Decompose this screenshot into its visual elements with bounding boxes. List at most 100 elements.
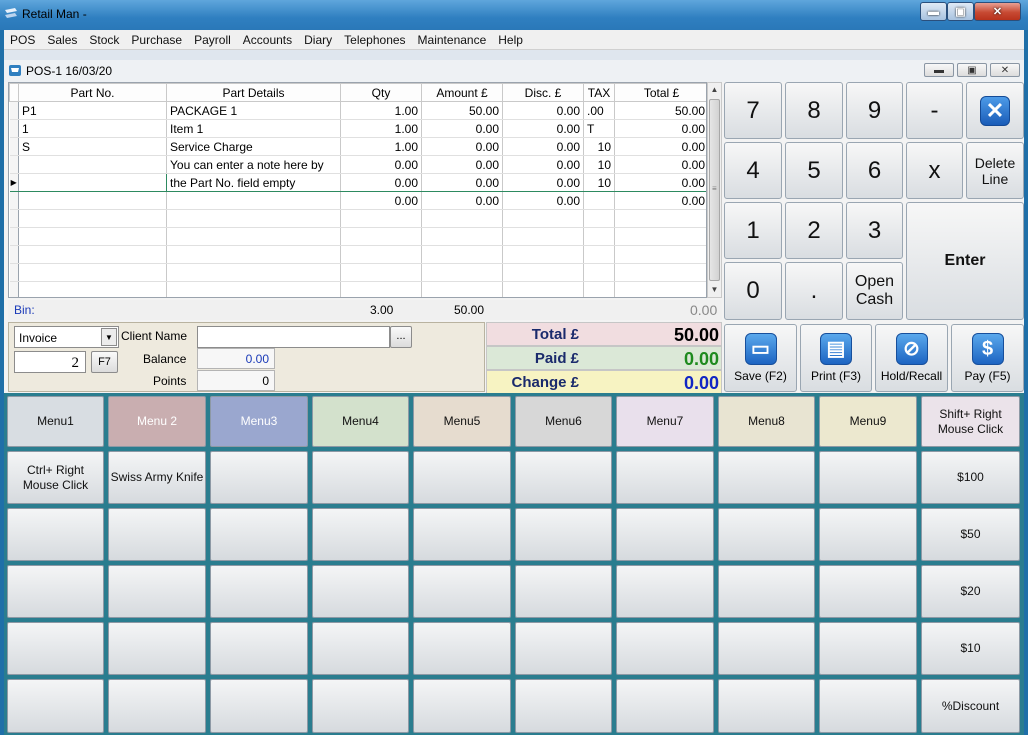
key-0[interactable]: 0 — [724, 262, 782, 320]
quick-button-empty[interactable] — [413, 508, 511, 561]
quick-button-empty[interactable] — [7, 565, 104, 618]
quick-button-empty[interactable] — [718, 622, 815, 675]
quick-button-empty[interactable] — [413, 451, 511, 504]
menu-stock[interactable]: Stock — [83, 33, 125, 47]
cell-qty[interactable]: 1.00 — [340, 137, 422, 156]
cell-amount[interactable]: 0.00 — [421, 119, 503, 138]
sales-lines-grid[interactable]: Part No. Part Details Qty Amount £ Disc.… — [8, 82, 707, 298]
cell-part-no[interactable]: P1 — [18, 101, 167, 120]
save-button[interactable]: ▭ Save (F2) — [724, 324, 797, 392]
cell-disc[interactable]: 0.00 — [502, 191, 584, 210]
close-window-button[interactable]: ✕ — [974, 2, 1021, 21]
menu-payroll[interactable]: Payroll — [188, 33, 237, 47]
table-row[interactable]: S Service Charge 1.00 0.00 0.00 10 0.00 — [9, 137, 706, 156]
cell-tax[interactable]: .00 — [583, 101, 615, 120]
open-cash-button[interactable]: Open Cash — [846, 262, 903, 320]
cell-amount[interactable]: 0.00 — [421, 191, 503, 210]
menu3-button[interactable]: Menu3 — [210, 396, 308, 447]
cell-tax[interactable]: 10 — [583, 155, 615, 174]
quick-button-empty[interactable] — [210, 508, 308, 561]
cell-amount[interactable]: 50.00 — [421, 101, 503, 120]
quick-button-empty[interactable] — [718, 565, 815, 618]
quick-button-empty[interactable] — [210, 451, 308, 504]
chevron-down-icon[interactable]: ▼ — [101, 328, 117, 346]
quick-button-empty[interactable] — [515, 508, 612, 561]
quick-button-empty[interactable] — [7, 508, 104, 561]
quick-button-empty[interactable] — [616, 679, 714, 733]
cell-part-no[interactable]: 1 — [18, 119, 167, 138]
cash-20-button[interactable]: $20 — [921, 565, 1020, 618]
quick-button-empty[interactable] — [819, 622, 917, 675]
cell-tax[interactable] — [583, 191, 615, 210]
quick-button-empty[interactable] — [312, 679, 409, 733]
cell-qty[interactable]: 1.00 — [340, 101, 422, 120]
table-row[interactable]: P1 PACKAGE 1 1.00 50.00 0.00 .00 50.00 — [9, 101, 706, 120]
print-button[interactable]: ▤ Print (F3) — [800, 324, 872, 392]
col-header-tax[interactable]: TAX — [583, 83, 615, 102]
key-9[interactable]: 9 — [846, 82, 903, 139]
clear-button[interactable]: ✕ — [966, 82, 1024, 139]
menu9-button[interactable]: Menu9 — [819, 396, 917, 447]
cell-part-details[interactable]: You can enter a note here by — [166, 155, 341, 174]
quick-button-empty[interactable] — [819, 565, 917, 618]
col-header-disc[interactable]: Disc. £ — [502, 83, 584, 102]
menu6-button[interactable]: Menu6 — [515, 396, 612, 447]
key-5[interactable]: 5 — [785, 142, 843, 199]
cell-disc[interactable]: 0.00 — [502, 155, 584, 174]
key-decimal[interactable]: . — [785, 262, 843, 320]
menu-accounts[interactable]: Accounts — [237, 33, 298, 47]
minimize-button[interactable]: ▬ — [920, 2, 947, 21]
quick-button-empty[interactable] — [312, 508, 409, 561]
quick-button-empty[interactable] — [108, 508, 206, 561]
menu1-button[interactable]: Menu1 — [7, 396, 104, 447]
table-row-selected[interactable]: ▶ the Part No. field empty 0.00 0.00 0.0… — [9, 173, 706, 192]
cell-part-details[interactable]: PACKAGE 1 — [166, 101, 341, 120]
menu-purchase[interactable]: Purchase — [125, 33, 188, 47]
quick-button-empty[interactable] — [718, 679, 815, 733]
key-8[interactable]: 8 — [785, 82, 843, 139]
menu-sales[interactable]: Sales — [41, 33, 83, 47]
child-minimize-button[interactable]: ▬ — [924, 63, 954, 77]
table-row[interactable]: 0.00 0.00 0.00 0.00 — [9, 191, 706, 210]
col-header-amount[interactable]: Amount £ — [421, 83, 503, 102]
cell-qty[interactable]: 0.00 — [340, 173, 422, 192]
ctrl-right-click-button[interactable]: Ctrl+ Right Mouse Click — [7, 451, 104, 504]
quick-button-empty[interactable] — [108, 622, 206, 675]
key-4[interactable]: 4 — [724, 142, 782, 199]
child-close-button[interactable]: ✕ — [990, 63, 1020, 77]
menu-pos[interactable]: POS — [4, 33, 41, 47]
menu-diary[interactable]: Diary — [298, 33, 338, 47]
cash-50-button[interactable]: $50 — [921, 508, 1020, 561]
cell-part-no[interactable]: S — [18, 137, 167, 156]
scroll-down-icon[interactable]: ▼ — [708, 283, 721, 297]
swiss-army-knife-button[interactable]: Swiss Army Knife — [108, 451, 206, 504]
cell-qty[interactable]: 0.00 — [340, 155, 422, 174]
table-row[interactable]: You can enter a note here by 0.00 0.00 0… — [9, 155, 706, 174]
cell-disc[interactable]: 0.00 — [502, 137, 584, 156]
cell-part-details[interactable]: the Part No. field empty — [166, 173, 341, 192]
cell-qty[interactable]: 0.00 — [340, 191, 422, 210]
col-header-part-no[interactable]: Part No. — [18, 83, 167, 102]
quick-button-empty[interactable] — [413, 565, 511, 618]
cell-part-details[interactable] — [166, 191, 341, 210]
quick-button-empty[interactable] — [210, 565, 308, 618]
quick-button-empty[interactable] — [413, 679, 511, 733]
menu2-button[interactable]: Menu 2 — [108, 396, 206, 447]
col-header-qty[interactable]: Qty — [340, 83, 422, 102]
quick-button-empty[interactable] — [312, 565, 409, 618]
maximize-button[interactable]: ▣ — [947, 2, 974, 21]
col-header-part-details[interactable]: Part Details — [166, 83, 341, 102]
cell-tax[interactable]: 10 — [583, 137, 615, 156]
cell-amount[interactable]: 0.00 — [421, 137, 503, 156]
menu-maintenance[interactable]: Maintenance — [412, 33, 493, 47]
document-number-field[interactable]: 2 — [14, 351, 86, 373]
quick-button-empty[interactable] — [7, 622, 104, 675]
grid-scrollbar[interactable]: ▲ ≡ ▼ — [707, 82, 722, 298]
menu-help[interactable]: Help — [492, 33, 529, 47]
quick-button-empty[interactable] — [616, 565, 714, 618]
quick-button-empty[interactable] — [108, 565, 206, 618]
cell-qty[interactable]: 1.00 — [340, 119, 422, 138]
cell-part-no[interactable] — [18, 155, 167, 174]
menu8-button[interactable]: Menu8 — [718, 396, 815, 447]
key-multiply[interactable]: x — [906, 142, 963, 199]
